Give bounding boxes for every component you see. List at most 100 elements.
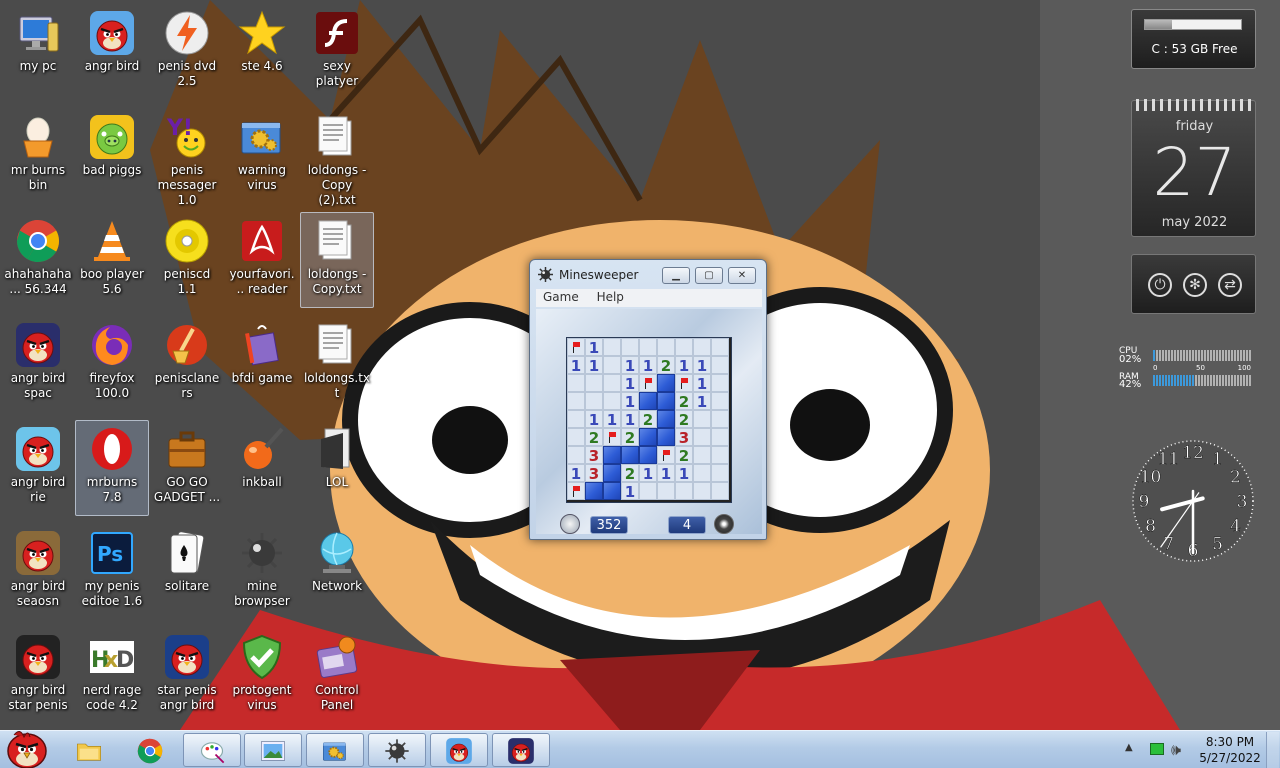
volume-icon[interactable]: 🕪 (1171, 740, 1181, 760)
settings-gear-icon[interactable]: ✻ (1183, 273, 1207, 297)
cell-revealed-empty[interactable] (621, 446, 639, 464)
desktop-icon[interactable]: penis dvd 2.5 (150, 4, 224, 100)
desktop-icon[interactable]: mrburns 7.8 (75, 420, 149, 516)
cell-number[interactable]: 1 (621, 356, 639, 375)
cell-unopened[interactable] (711, 482, 729, 500)
desktop-icon[interactable]: peniscd 1.1 (150, 212, 224, 308)
cell-number[interactable]: 3 (585, 446, 603, 465)
cell-revealed-empty[interactable] (603, 482, 621, 500)
flag-icon[interactable] (639, 374, 657, 392)
desktop-icon[interactable]: penisclaners (150, 316, 224, 412)
menu-game[interactable]: Game (536, 289, 586, 305)
menu-help[interactable]: Help (590, 289, 631, 305)
cell-number[interactable]: 2 (657, 356, 675, 375)
desktop-icon[interactable]: Control Panel (300, 628, 374, 724)
power-icon[interactable]: ⏻ (1148, 273, 1172, 297)
desktop-icon[interactable]: boo player 5.6 (75, 212, 149, 308)
minimize-button[interactable]: ▁ (662, 267, 690, 284)
cell-unopened[interactable] (603, 356, 621, 374)
cell-unopened[interactable] (693, 428, 711, 446)
cell-number[interactable]: 1 (585, 338, 603, 357)
desktop-icon[interactable]: yourfavori... reader (225, 212, 299, 308)
cell-revealed-empty[interactable] (657, 374, 675, 392)
cell-number[interactable]: 1 (585, 356, 603, 375)
cell-revealed-empty[interactable] (603, 464, 621, 482)
cell-unopened[interactable] (567, 428, 585, 446)
desktop-icon[interactable]: angr bird spac (1, 316, 75, 412)
calendar-gadget[interactable]: friday 27 may 2022 (1131, 99, 1256, 237)
flag-icon[interactable] (603, 428, 621, 446)
cell-unopened[interactable] (675, 338, 693, 356)
cell-unopened[interactable] (567, 410, 585, 428)
cell-unopened[interactable] (603, 374, 621, 392)
cell-unopened[interactable] (567, 374, 585, 392)
start-button-angry-bird-icon[interactable] (4, 725, 50, 768)
taskbar-button[interactable] (430, 733, 488, 767)
cell-unopened[interactable] (711, 392, 729, 410)
cell-revealed-empty[interactable] (657, 392, 675, 410)
cell-number[interactable]: 1 (657, 464, 675, 483)
minesweeper-window[interactable]: Minesweeper ▁ ▢ ✕ Game Help 111112111112… (529, 259, 767, 540)
cell-unopened[interactable] (675, 482, 693, 500)
desktop-icon[interactable]: angr bird star penis (1, 628, 75, 724)
cell-unopened[interactable] (567, 392, 585, 410)
cell-unopened[interactable] (711, 464, 729, 482)
cell-number[interactable]: 1 (567, 356, 585, 375)
taskbar-button[interactable] (121, 733, 179, 767)
taskbar-button[interactable] (492, 733, 550, 767)
analog-clock-gadget[interactable]: 121234567891011 (1129, 437, 1257, 565)
minesweeper-titlebar[interactable]: Minesweeper ▁ ▢ ✕ (530, 260, 766, 288)
cell-unopened[interactable] (711, 446, 729, 464)
cell-number[interactable]: 1 (693, 356, 711, 375)
minefield-grid[interactable]: 111112111112111122223321321111 (566, 337, 732, 503)
drive-meter-gadget[interactable]: C : 53 GB Free (1131, 9, 1256, 69)
desktop-icon[interactable]: mine browpser (225, 524, 299, 620)
cell-unopened[interactable] (693, 410, 711, 428)
switch-user-icon[interactable]: ⇄ (1218, 273, 1242, 297)
flag-icon[interactable] (675, 374, 693, 392)
desktop-icon[interactable]: Network (300, 524, 374, 620)
cell-number[interactable]: 1 (603, 410, 621, 429)
cell-number[interactable]: 1 (621, 392, 639, 411)
cell-unopened[interactable] (585, 392, 603, 410)
cell-revealed-empty[interactable] (657, 410, 675, 428)
cell-unopened[interactable] (693, 464, 711, 482)
cell-unopened[interactable] (711, 374, 729, 392)
taskbar-button[interactable] (244, 733, 302, 767)
desktop-icon[interactable]: inkball (225, 420, 299, 516)
show-hidden-icons-icon[interactable]: ▲ (1125, 742, 1133, 753)
desktop-icon[interactable]: angr bird rie (1, 420, 75, 516)
taskbar-button[interactable] (60, 733, 118, 767)
cell-unopened[interactable] (693, 338, 711, 356)
taskbar-button[interactable] (306, 733, 364, 767)
cell-number[interactable]: 2 (639, 410, 657, 429)
cell-unopened[interactable] (567, 446, 585, 464)
desktop-icon[interactable]: angr bird (75, 4, 149, 100)
cell-number[interactable]: 1 (639, 464, 657, 483)
taskbar-button[interactable] (368, 733, 426, 767)
cell-number[interactable]: 1 (621, 410, 639, 429)
desktop-icon[interactable]: Hx Dnerd rage code 4.2 (75, 628, 149, 724)
cell-number[interactable]: 1 (675, 464, 693, 483)
cell-number[interactable]: 1 (675, 356, 693, 375)
desktop-icon[interactable]: ste 4.6 (225, 4, 299, 100)
flag-icon[interactable] (567, 338, 585, 356)
cell-revealed-empty[interactable] (585, 482, 603, 500)
desktop-icon[interactable]: fireyfox 100.0 (75, 316, 149, 412)
desktop-icon[interactable]: ahahahaha... 56.344 (1, 212, 75, 308)
cell-unopened[interactable] (639, 482, 657, 500)
desktop-icon[interactable]: mr burns bin (1, 108, 75, 204)
taskbar-button[interactable] (183, 733, 241, 767)
cell-unopened[interactable] (603, 338, 621, 356)
desktop-icon[interactable]: loldongs.txt (300, 316, 374, 412)
cell-unopened[interactable] (711, 338, 729, 356)
cell-number[interactable]: 2 (675, 410, 693, 429)
network-status-icon[interactable] (1150, 743, 1164, 755)
desktop-icon[interactable]: loldongs - Copy (2).txt (300, 108, 374, 207)
cell-number[interactable]: 2 (585, 428, 603, 447)
cell-revealed-empty[interactable] (657, 428, 675, 446)
cell-unopened[interactable] (711, 428, 729, 446)
tray-clock[interactable]: 8:30 PM 5/27/2022 (1190, 734, 1270, 766)
cell-number[interactable]: 2 (675, 446, 693, 465)
cell-unopened[interactable] (585, 374, 603, 392)
